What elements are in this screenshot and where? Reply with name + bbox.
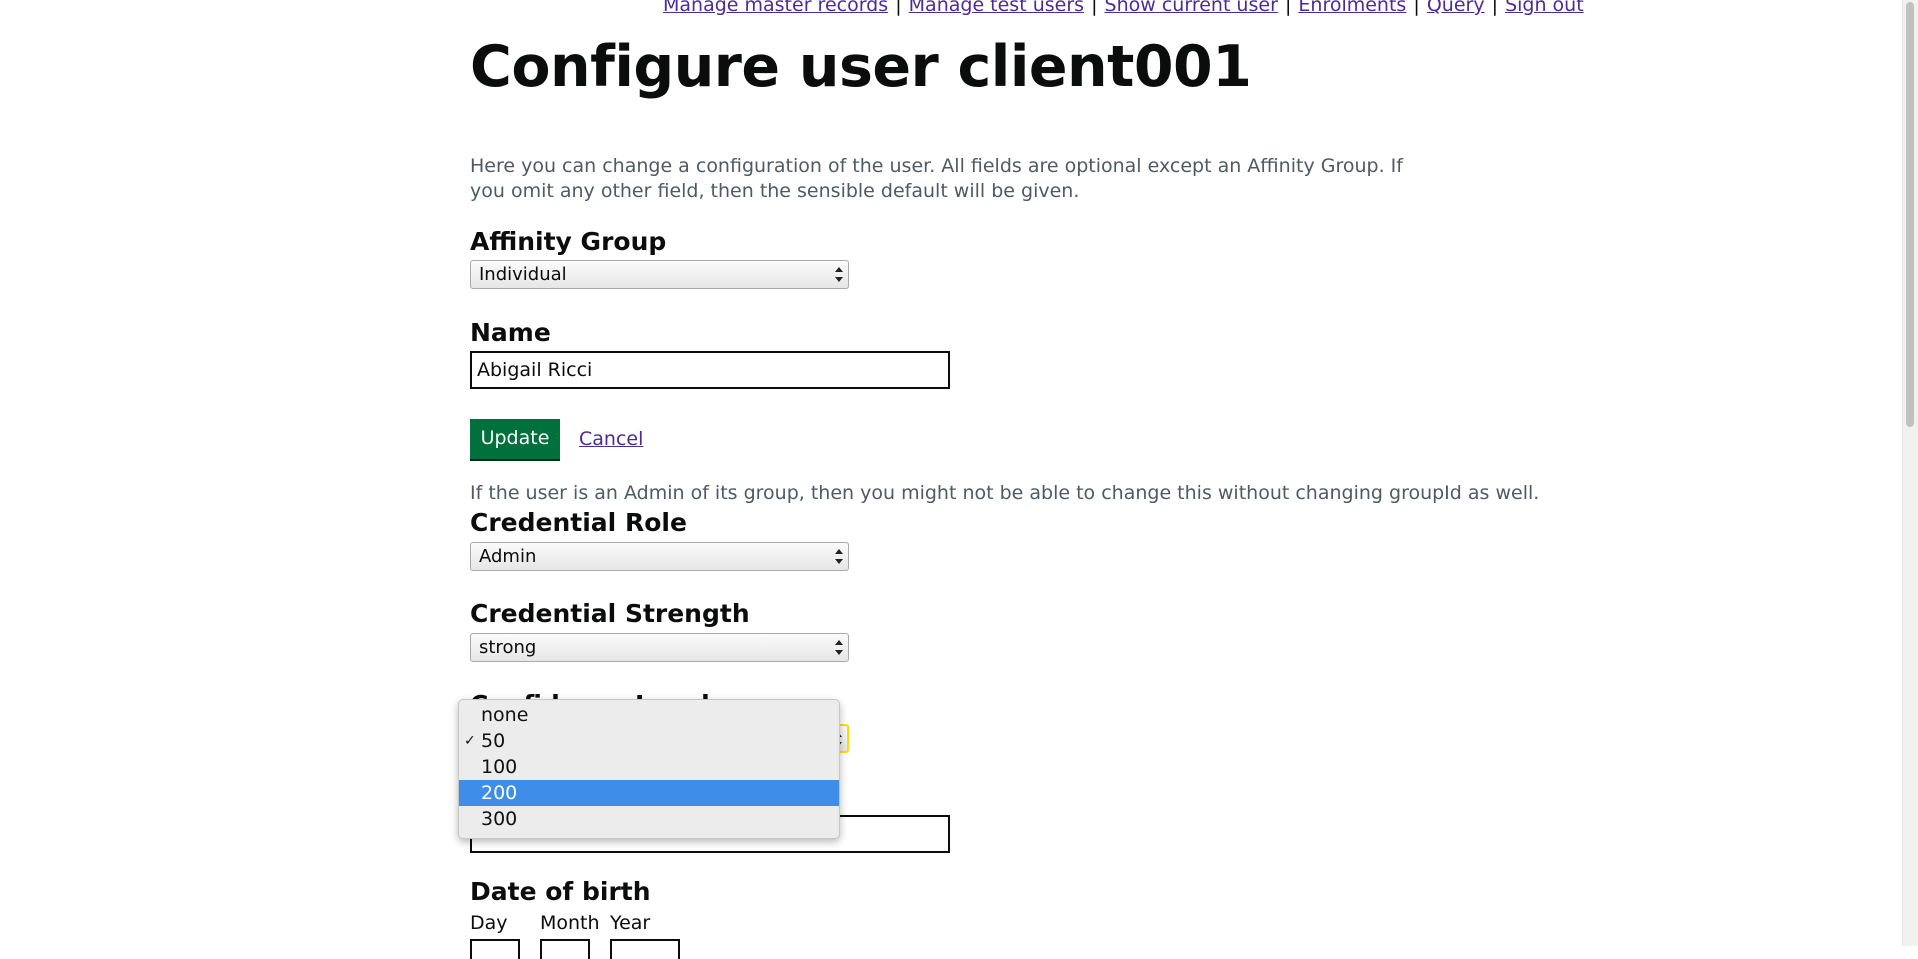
date-of-birth-label: Date of birth [470, 877, 651, 906]
dropdown-option-100[interactable]: 100 [459, 754, 839, 780]
option-label: 200 [481, 782, 518, 804]
cancel-link[interactable]: Cancel [579, 428, 643, 450]
select-arrows-icon [835, 640, 843, 655]
option-label: 50 [481, 730, 506, 752]
option-label: 300 [481, 808, 518, 830]
month-input[interactable] [540, 939, 590, 959]
page-scrollbar[interactable] [1902, 0, 1918, 946]
name-label: Name [470, 318, 551, 347]
dropdown-option-50[interactable]: ✓ 50 [459, 728, 839, 754]
credential-strength-label: Credential Strength [470, 599, 750, 628]
month-label: Month [540, 912, 600, 934]
year-label: Year [610, 912, 651, 934]
day-label: Day [470, 912, 508, 934]
affinity-group-label: Affinity Group [470, 227, 667, 256]
nav-link-query[interactable]: Query [1427, 0, 1485, 16]
nav-link-manage-test-users[interactable]: Manage test users [909, 0, 1084, 16]
option-label: 100 [481, 756, 518, 778]
nav-separator: | [1413, 0, 1420, 16]
nav-separator: | [1091, 0, 1098, 16]
nav-link-sign-out[interactable]: Sign out [1505, 0, 1584, 16]
affinity-group-value: Individual [479, 264, 567, 285]
nav-separator: | [895, 0, 902, 16]
update-button[interactable]: Update [470, 419, 560, 459]
top-nav: Manage master records | Manage test user… [663, 0, 1584, 16]
credential-strength-value: strong [479, 637, 537, 658]
option-label: none [481, 704, 529, 726]
credential-strength-select[interactable]: strong [470, 633, 849, 662]
page-title: Configure user client001 [470, 34, 1252, 100]
name-input[interactable]: Abigail Ricci [470, 351, 950, 389]
select-arrows-icon [835, 549, 843, 564]
confidence-level-dropdown: none ✓ 50 100 200 300 [458, 699, 840, 839]
nav-separator: | [1284, 0, 1292, 16]
scrollbar-thumb[interactable] [1906, 2, 1914, 427]
intro-text: Here you can change a configuration of t… [470, 155, 1403, 202]
nav-separator: | [1491, 0, 1499, 16]
dropdown-option-300[interactable]: 300 [459, 806, 839, 832]
checkmark-icon: ✓ [464, 733, 476, 749]
day-input[interactable] [470, 939, 520, 959]
nav-link-show-current-user[interactable]: Show current user [1105, 0, 1278, 16]
credential-role-value: Admin [479, 546, 537, 567]
affinity-group-select[interactable]: Individual [470, 260, 849, 289]
select-arrows-icon [835, 267, 843, 282]
dropdown-option-none[interactable]: none [459, 702, 839, 728]
admin-warning-text: If the user is an Admin of its group, th… [470, 482, 1540, 504]
dropdown-option-200[interactable]: 200 [459, 780, 839, 806]
nav-link-manage-master-records[interactable]: Manage master records [663, 0, 888, 16]
year-input[interactable] [610, 939, 680, 959]
credential-role-label: Credential Role [470, 508, 687, 537]
credential-role-select[interactable]: Admin [470, 542, 849, 571]
nav-link-enrolments[interactable]: Enrolments [1298, 0, 1406, 16]
